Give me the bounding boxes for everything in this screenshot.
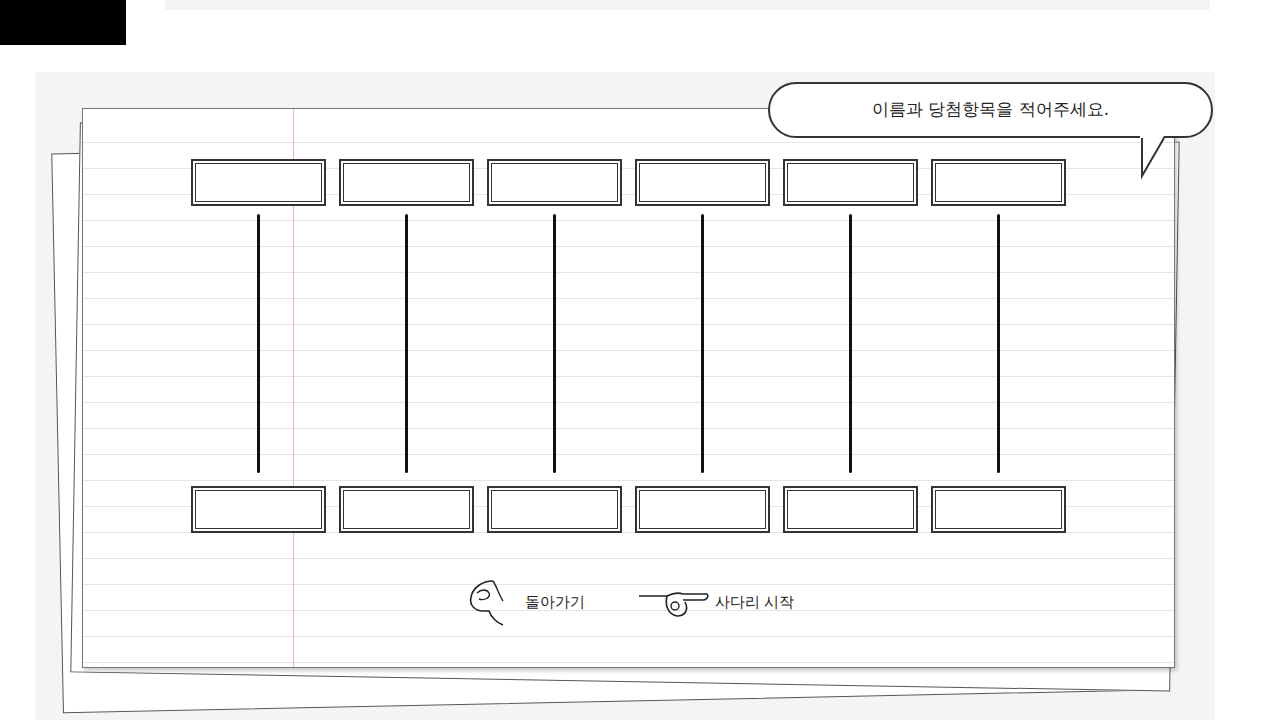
name-input[interactable] [339, 159, 474, 206]
speech-bubble: 이름과 당첨항목을 적어주세요. [768, 82, 1213, 138]
black-block [0, 0, 126, 45]
prize-input[interactable] [931, 486, 1066, 533]
name-input[interactable] [783, 159, 918, 206]
bubble-text: 이름과 당첨항목을 적어주세요. [872, 97, 1109, 123]
prize-input[interactable] [635, 486, 770, 533]
actions: 돌아가기 사다리 시작 [191, 573, 1174, 631]
ladder-column [487, 159, 622, 533]
ladder-line [849, 214, 852, 473]
top-strip [165, 0, 1210, 10]
name-input[interactable] [487, 159, 622, 206]
hand-pointing-icon [637, 582, 709, 622]
ladder-column [191, 159, 326, 533]
bubble-tail [1138, 136, 1168, 180]
hand-back-icon [463, 577, 519, 627]
prize-input[interactable] [191, 486, 326, 533]
ladder-column [783, 159, 918, 533]
ladder-line [997, 214, 1000, 473]
name-input[interactable] [931, 159, 1066, 206]
start-button[interactable]: 사다리 시작 [631, 573, 801, 631]
button-label: 돌아가기 [525, 591, 585, 614]
ladder-column [635, 159, 770, 533]
ladder-grid [191, 159, 1174, 533]
ladder-line [701, 214, 704, 473]
prize-input[interactable] [339, 486, 474, 533]
board: 돌아가기 사다리 시작 [35, 72, 1215, 720]
ladder-line [405, 214, 408, 473]
ladder-line [257, 214, 260, 473]
name-input[interactable] [635, 159, 770, 206]
ladder-column [931, 159, 1066, 533]
prize-input[interactable] [487, 486, 622, 533]
ladder-paper: 돌아가기 사다리 시작 [82, 108, 1175, 668]
ladder-line [553, 214, 556, 473]
prize-input[interactable] [783, 486, 918, 533]
button-label: 사다리 시작 [715, 591, 795, 614]
name-input[interactable] [191, 159, 326, 206]
back-button[interactable]: 돌아가기 [457, 573, 591, 631]
ladder-column [339, 159, 474, 533]
ladder-game: 돌아가기 사다리 시작 이름과 당첨항목을 적어주세요. [0, 0, 1280, 720]
